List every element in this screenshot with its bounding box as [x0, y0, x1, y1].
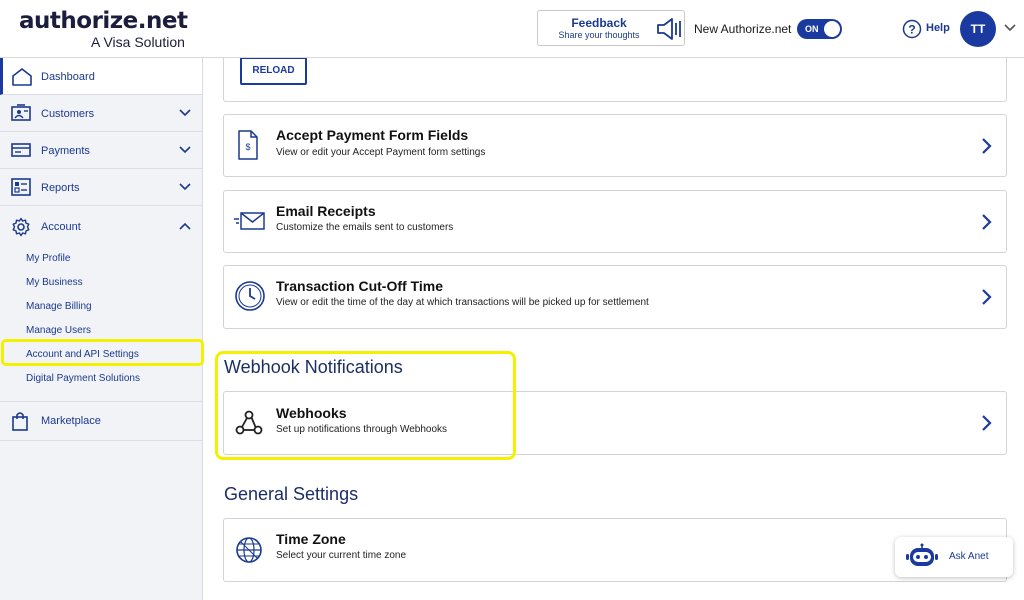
card-description: View or edit the time of the day at whic… — [276, 297, 649, 308]
sidebar-item-label: Payments — [41, 145, 90, 157]
avatar[interactable]: TT — [960, 11, 996, 47]
toggle-state: ON — [805, 24, 819, 34]
sidebar-subitem-digital-payment-solutions[interactable]: Digital Payment Solutions — [26, 373, 140, 384]
top-header: authorize.net A Visa Solution Feedback S… — [0, 0, 1024, 58]
reports-icon — [11, 178, 31, 196]
card-time-zone[interactable]: Time Zone Select your current time zone — [223, 518, 1007, 582]
card-title: Email Receipts — [276, 203, 376, 219]
chevron-down-icon — [179, 183, 191, 191]
sidebar-item-label: Reports — [41, 182, 80, 194]
logo-subtitle: A Visa Solution — [91, 34, 185, 50]
envelope-icon — [234, 212, 265, 230]
sidebar-item-marketplace[interactable]: Marketplace — [0, 401, 202, 441]
sidebar-subitem-manage-users[interactable]: Manage Users — [26, 325, 91, 336]
document-dollar-icon: $ — [238, 130, 258, 160]
chevron-right-icon — [982, 289, 992, 305]
customer-card-icon — [11, 104, 31, 121]
sidebar-item-label: Customers — [41, 108, 95, 120]
logo-text: authorize.net — [19, 8, 188, 34]
megaphone-icon — [657, 18, 681, 40]
chevron-up-icon — [179, 222, 191, 230]
card-description: Select your current time zone — [276, 550, 407, 561]
card-title: Accept Payment Form Fields — [276, 127, 469, 143]
globe-icon — [236, 537, 262, 563]
sidebar-item-label: Dashboard — [41, 71, 95, 83]
card-title: Time Zone — [276, 531, 346, 547]
clock-icon — [235, 281, 265, 311]
sidebar-item-payments[interactable]: Payments — [0, 132, 202, 169]
sidebar-subitem-my-business[interactable]: My Business — [26, 277, 83, 288]
card-title: Transaction Cut-Off Time — [276, 278, 443, 294]
svg-text:$: $ — [245, 142, 250, 152]
sidebar-item-reports[interactable]: Reports — [0, 169, 202, 206]
sidebar: Dashboard Customers Payments Reports Acc… — [0, 58, 203, 600]
highlight-box — [1, 339, 204, 366]
sidebar-item-label: Marketplace — [41, 415, 101, 427]
chevron-down-icon — [179, 146, 191, 154]
sidebar-item-customers[interactable]: Customers — [0, 95, 202, 132]
chevron-down-icon[interactable] — [1003, 23, 1017, 33]
feedback-title: Feedback — [571, 16, 627, 30]
ask-anet-label: Ask Anet — [949, 551, 989, 562]
sidebar-item-dashboard[interactable]: Dashboard — [0, 58, 202, 95]
section-title-general-settings: General Settings — [224, 484, 359, 504]
robot-icon — [906, 543, 938, 566]
toggle-knob — [824, 21, 840, 37]
payment-card-icon — [11, 143, 31, 157]
help-link[interactable]: Help — [926, 22, 950, 34]
help-icon[interactable]: ? — [902, 19, 922, 39]
new-authorize-label: New Authorize.net — [694, 22, 792, 36]
feedback-subtitle: Share your thoughts — [558, 30, 640, 40]
ask-anet-chat-button[interactable]: Ask Anet — [895, 537, 1013, 577]
reload-button[interactable]: RELOAD — [240, 57, 307, 85]
home-icon — [12, 68, 32, 86]
chevron-down-icon — [179, 109, 191, 117]
sidebar-item-account[interactable]: Account — [0, 208, 202, 245]
chevron-right-icon — [982, 138, 992, 154]
chevron-right-icon — [982, 214, 992, 230]
gear-icon — [12, 217, 30, 237]
card-description: Customize the emails sent to customers — [276, 222, 454, 233]
sidebar-subitem-my-profile[interactable]: My Profile — [26, 253, 70, 264]
sidebar-subitem-manage-billing[interactable]: Manage Billing — [26, 301, 92, 312]
logo[interactable]: authorize.net A Visa Solution — [19, 8, 188, 50]
card-transaction-cutoff-time[interactable]: Transaction Cut-Off Time View or edit th… — [223, 265, 1007, 329]
card-email-receipts[interactable]: Email Receipts Customize the emails sent… — [223, 190, 1007, 253]
svg-text:?: ? — [908, 23, 915, 37]
new-authorize-toggle[interactable]: ON — [797, 19, 842, 39]
chevron-right-icon — [982, 415, 992, 431]
card-description: View or edit your Accept Payment form se… — [276, 147, 486, 158]
card-accept-payment-form[interactable]: $ Accept Payment Form Fields View or edi… — [223, 114, 1007, 177]
sidebar-item-label: Account — [41, 221, 81, 233]
shopping-bag-icon — [12, 412, 28, 431]
feedback-button[interactable]: Feedback Share your thoughts — [537, 10, 685, 46]
highlight-box — [215, 351, 516, 460]
